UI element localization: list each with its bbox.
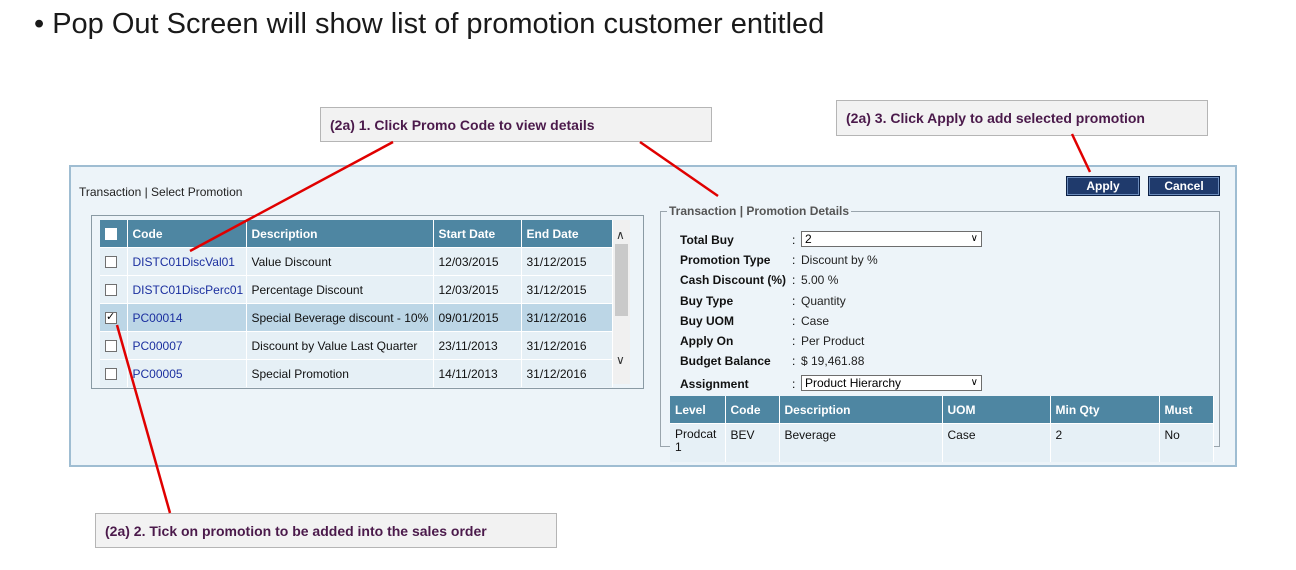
pointer-line-details — [639, 140, 719, 198]
pointer-line-tick — [115, 324, 172, 514]
pointer-line-apply — [1070, 133, 1092, 173]
pointer-line-promo-code — [189, 140, 394, 253]
callout-pointers — [115, 133, 1092, 514]
